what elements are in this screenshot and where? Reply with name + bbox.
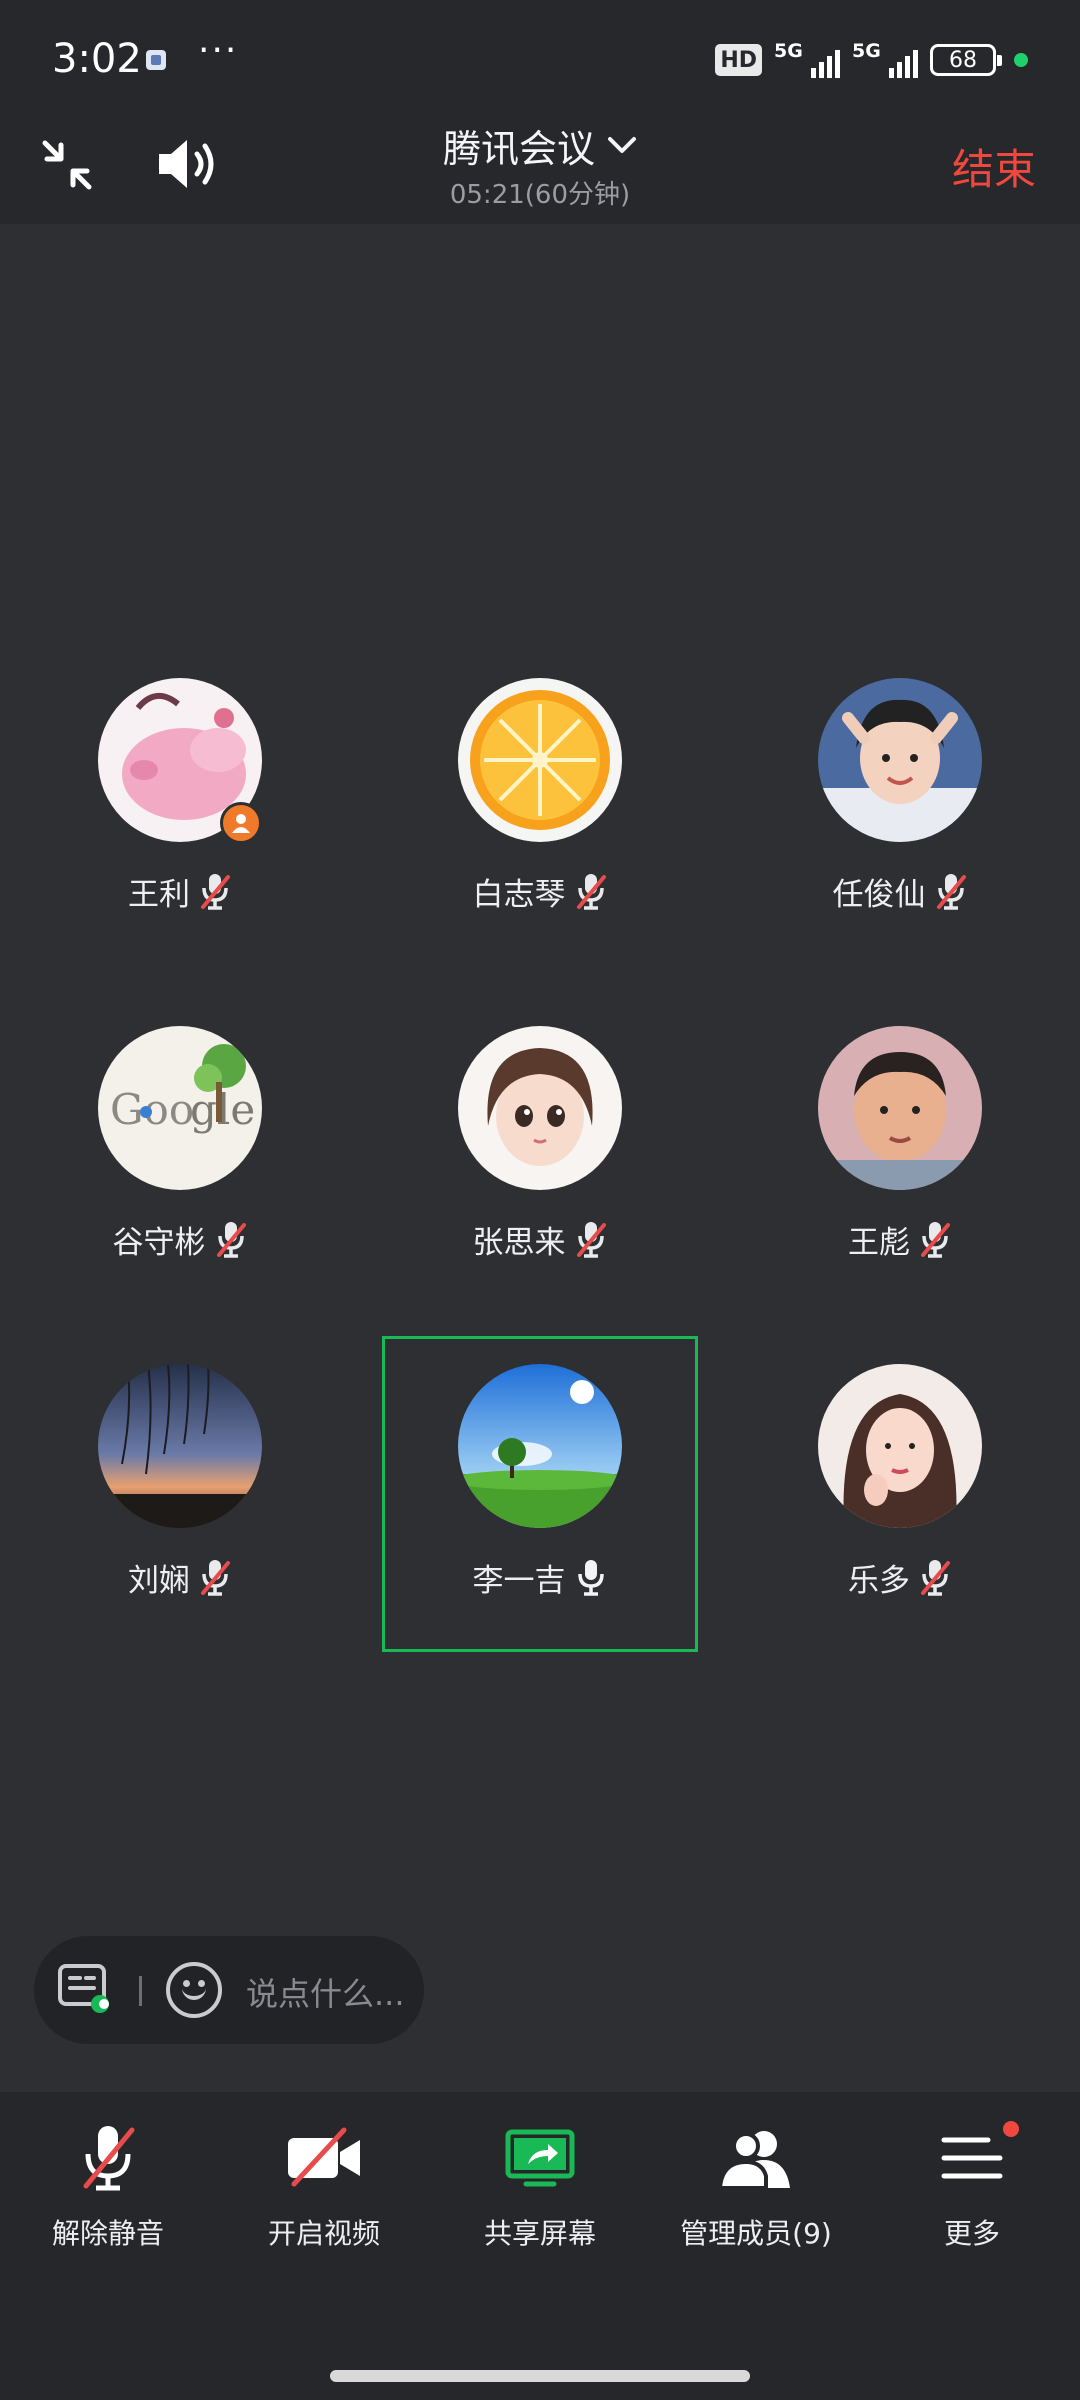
participant-name: 谷守彬: [112, 1224, 206, 1261]
mic-muted-icon: [201, 874, 230, 910]
subtitles-button[interactable]: [56, 1960, 112, 2016]
manage-members-button[interactable]: 管理成员(9): [648, 2114, 864, 2264]
participant-tile[interactable]: 王利: [22, 650, 338, 966]
start-video-button[interactable]: 开启视频: [216, 2114, 432, 2264]
more-button[interactable]: 更多: [864, 2114, 1080, 2264]
unmute-label: 解除静音: [51, 2217, 164, 2250]
minimize-meeting-button[interactable]: [36, 134, 98, 196]
meeting-toolbar: 解除静音 开启视频 共享屏幕 管理成员(9) 更多: [0, 2092, 1080, 2400]
home-indicator[interactable]: [330, 2370, 750, 2382]
speaker-toggle-button[interactable]: [152, 132, 222, 196]
signal-icon: 5G: [774, 40, 840, 80]
participant-name-row: 任俊仙: [742, 866, 1058, 916]
mic-muted-icon: [83, 2126, 135, 2191]
mic-muted-icon: [576, 1222, 606, 1258]
participant-tile[interactable]: 王彪: [742, 998, 1058, 1314]
notification-app-icon: [146, 50, 166, 70]
participant-name-row: 刘娴: [22, 1552, 338, 1602]
mic-muted-icon: [201, 1560, 230, 1596]
hd-voice-icon: HD: [715, 44, 762, 76]
privacy-indicator-dot: [1014, 53, 1028, 67]
mic-muted-icon: [921, 1222, 950, 1258]
start-video-label: 开启视频: [267, 2217, 380, 2250]
participant-name: 王彪: [848, 1224, 910, 1261]
share-screen-button[interactable]: 共享屏幕: [432, 2114, 648, 2264]
emoji-icon[interactable]: [166, 1962, 222, 2018]
notification-dot: [1000, 2118, 1022, 2140]
participant-name: 李一吉: [472, 1562, 566, 1599]
participant-name: 刘娴: [128, 1562, 190, 1599]
unmute-button[interactable]: 解除静音: [0, 2114, 216, 2264]
battery-icon: 68: [930, 44, 1002, 76]
status-bar: 3:02 ··· HD 5G 5G 68: [0, 0, 1080, 112]
avatar: [98, 1364, 262, 1528]
status-time: 3:02: [52, 36, 142, 82]
more-label: 更多: [943, 2217, 1000, 2250]
avatar: [458, 1026, 622, 1190]
svg-text:Goo: Goo: [110, 1085, 194, 1134]
avatar: [818, 678, 982, 842]
meeting-title-dropdown[interactable]: 腾讯会议: [340, 122, 740, 171]
meeting-title: 腾讯会议: [442, 126, 595, 171]
participant-name: 乐多: [848, 1562, 910, 1599]
participant-name-row: 白志琴: [382, 866, 698, 916]
more-notifications-icon: ···: [198, 30, 239, 71]
chevron-down-icon: [608, 137, 636, 153]
meeting-header: 腾讯会议 05:21(60分钟) 结束: [0, 112, 1080, 224]
share-screen-icon: [505, 2129, 575, 2187]
participant-name-row: 王彪: [742, 1214, 1058, 1264]
mic-muted-icon: [576, 874, 606, 910]
video-off-icon: [288, 2127, 360, 2187]
mic-muted-icon: [921, 1560, 950, 1596]
participant-name: 白志琴: [472, 876, 566, 913]
network-type-label: 5G: [852, 40, 881, 62]
collapse-arrows-icon: [42, 140, 92, 190]
chat-placeholder[interactable]: 说点什么...: [246, 1969, 405, 2015]
avatar: [458, 1364, 622, 1528]
avatar: [818, 1026, 982, 1190]
svg-text:gle: gle: [190, 1085, 255, 1134]
participant-tile[interactable]: 刘娴: [22, 1336, 338, 1652]
participant-name-row: 张思来: [382, 1214, 698, 1264]
share-screen-label: 共享屏幕: [483, 2217, 596, 2250]
meeting-timer: 05:21(60分钟): [449, 180, 631, 210]
participant-name: 王利: [128, 876, 190, 913]
participant-tile[interactable]: Goo gle 谷守彬: [22, 998, 338, 1314]
participant-tile[interactable]: 任俊仙: [742, 650, 1058, 966]
end-meeting-button[interactable]: 结束: [952, 136, 1036, 197]
battery-level: 68: [949, 47, 977, 73]
participant-name: 任俊仙: [832, 876, 926, 913]
participant-tile[interactable]: 张思来: [382, 998, 698, 1314]
participant-tile[interactable]: 白志琴: [382, 650, 698, 966]
mic-muted-icon: [216, 1222, 246, 1258]
participant-name-row: 王利: [22, 866, 338, 916]
captions-icon: [58, 1964, 109, 2013]
menu-icon: [941, 2137, 1003, 2179]
participant-tile[interactable]: 乐多: [742, 1336, 1058, 1652]
chat-input-bar[interactable]: 说点什么...: [34, 1936, 424, 2044]
avatar: [458, 678, 622, 842]
network-type-label: 5G: [774, 40, 803, 62]
speaker-icon: [159, 140, 214, 188]
mic-muted-icon: [936, 874, 966, 910]
signal-icon: 5G: [852, 40, 918, 80]
participant-name-row: 谷守彬: [22, 1214, 338, 1264]
mic-icon: [577, 1560, 604, 1596]
participant-name-row: 乐多: [742, 1552, 1058, 1602]
manage-members-label: 管理成员(9): [680, 2217, 832, 2250]
participant-name-row: 李一吉: [382, 1552, 698, 1602]
members-icon: [717, 2131, 790, 2190]
avatar: Goo gle: [98, 1026, 262, 1190]
avatar: [818, 1364, 982, 1528]
host-badge-icon: [220, 802, 262, 844]
status-indicators: HD 5G 5G 68: [715, 40, 1028, 80]
chat-divider: [139, 1976, 142, 2006]
participant-name: 张思来: [472, 1224, 566, 1261]
active-speaker-tile[interactable]: 李一吉: [382, 1336, 698, 1652]
